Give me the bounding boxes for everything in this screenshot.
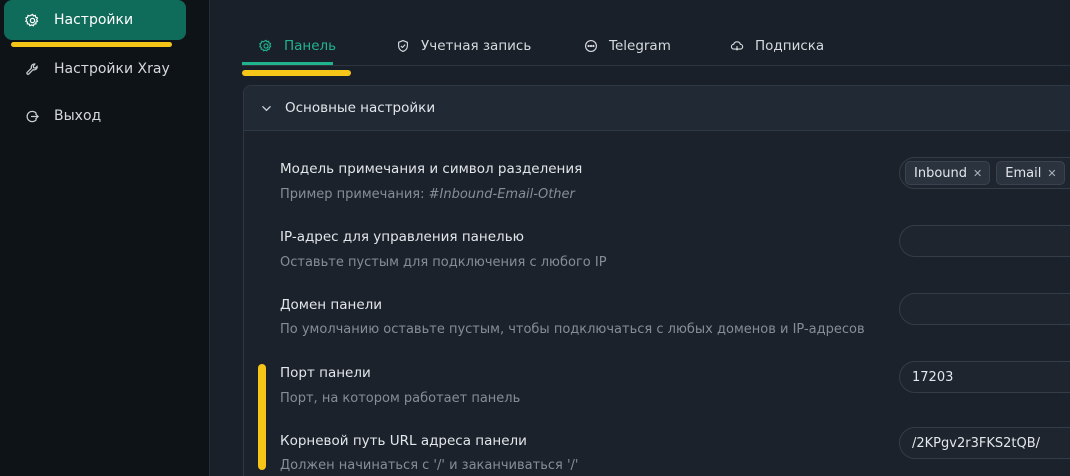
gear-icon [25,13,40,28]
shield-icon [396,39,410,53]
sidebar-item-label: Выход [54,108,102,124]
main-content: Панель Учетная запись Telegram Подписка [209,0,1070,476]
sidebar-item-settings[interactable]: Настройки [4,0,186,40]
gear-icon [259,39,273,53]
tab-bar: Панель Учетная запись Telegram Подписка [242,0,1070,66]
sidebar: Настройки Настройки Xray Выход [0,0,209,476]
close-icon[interactable]: ✕ [973,167,982,180]
sidebar-item-xray-settings[interactable]: Настройки Xray [4,49,186,89]
setting-title: IP-адрес для управления панелью [280,229,525,245]
sidebar-item-logout[interactable]: Выход [4,96,186,136]
setting-description: Должен начинаться с '/' и заканчиваться … [280,458,579,473]
tab-telegram[interactable]: Telegram [584,36,671,56]
tab-label: Учетная запись [421,38,532,54]
remark-model-select[interactable]: Inbound ✕ Email ✕ [899,157,1070,189]
panel-root-path-input[interactable]: /2KPgv2r3FKS2tQB/ [899,427,1070,459]
setting-title: Корневой путь URL адреса панели [280,433,527,449]
setting-description: Порт, на котором работает панель [280,391,521,406]
setting-description: Пример примечания: #Inbound-Email-Other [280,187,575,202]
setting-title: Порт панели [280,365,371,381]
tab-label: Подписка [755,38,825,54]
tab-account[interactable]: Учетная запись [396,36,531,56]
settings-panel: Основные настройки Модель примечания и с… [243,85,1070,476]
tag-email[interactable]: Email ✕ [996,161,1065,185]
panel-ip-input[interactable] [899,225,1070,257]
active-tab-indicator [242,62,333,65]
description-prefix: Пример примечания: [280,187,429,202]
description-example: #Inbound-Email-Other [428,187,575,202]
setting-description: Оставьте пустым для подключения с любого… [280,255,607,270]
tab-panel[interactable]: Панель [259,36,336,56]
chat-icon [584,39,598,53]
tag-label: Email [1005,165,1042,181]
section-title: Основные настройки [285,100,436,116]
setting-description: По умолчанию оставьте пустым, чтобы подк… [280,322,865,337]
sidebar-item-label: Настройки Xray [54,61,170,77]
setting-title: Домен панели [280,297,383,313]
tag-inbound[interactable]: Inbound ✕ [905,161,991,185]
wrench-icon [25,62,40,77]
tab-label: Панель [284,38,337,54]
chevron-down-icon [261,103,272,114]
tab-subscription[interactable]: Подписка [730,36,824,56]
panel-port-input[interactable]: 17203 [899,361,1070,393]
highlight-mark [11,42,172,47]
setting-title: Модель примечания и символ разделения [280,161,583,177]
panel-domain-input[interactable] [899,293,1070,325]
close-icon[interactable]: ✕ [1047,167,1056,180]
highlight-mark [242,70,351,76]
cloud-icon [730,39,744,53]
logout-icon [25,109,40,124]
tab-label: Telegram [609,38,671,54]
tag-label: Inbound [914,165,968,181]
highlight-mark [258,364,266,470]
section-header[interactable]: Основные настройки [244,86,1070,131]
sidebar-item-label: Настройки [54,12,134,28]
